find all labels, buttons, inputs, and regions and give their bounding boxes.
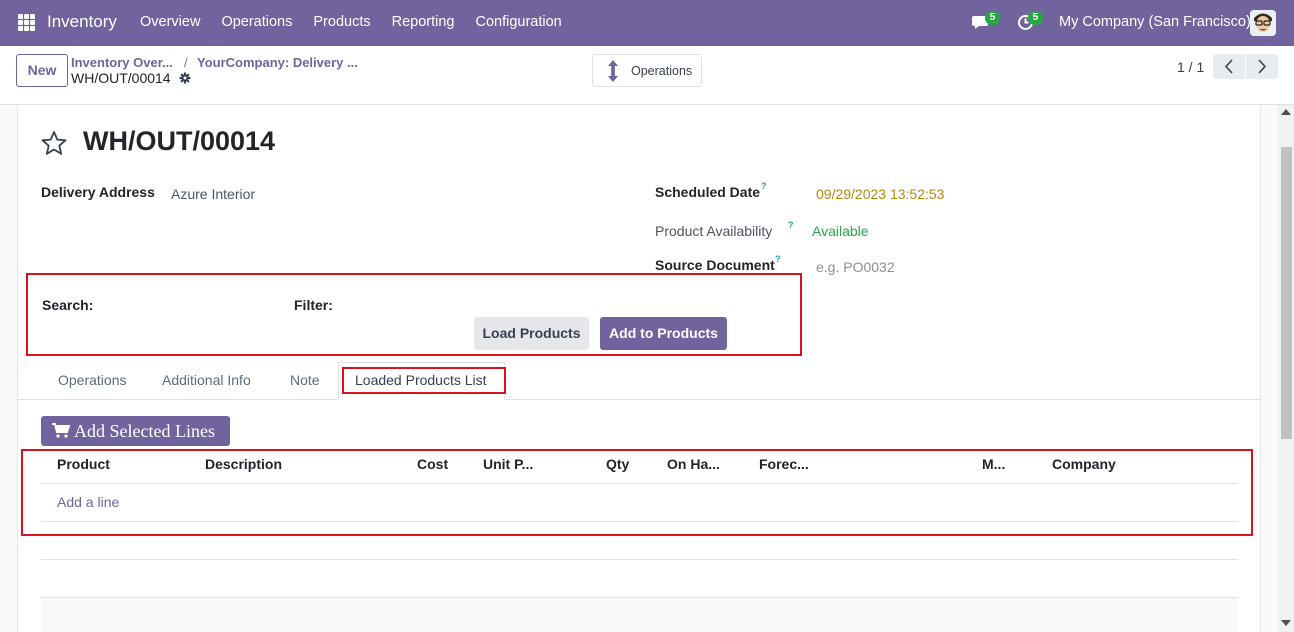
delivery-address-value[interactable]: Azure Interior [171,186,255,202]
tab-highlight [342,367,506,394]
source-document-help-icon[interactable]: ? [775,254,781,264]
source-document-input[interactable]: e.g. PO0032 [816,259,895,275]
pager-value[interactable]: 1 / 1 [1177,59,1204,75]
form-sheet [17,105,1261,632]
product-availability-value: Available [812,223,869,239]
table-row-divider [41,559,1238,560]
menu-configuration[interactable]: Configuration [475,14,561,30]
tab-note[interactable]: Note [290,372,320,388]
breadcrumb-delivery[interactable]: YourCompany: Delivery ... [197,55,358,70]
scheduled-date-value[interactable]: 09/29/2023 13:52:53 [816,186,944,202]
up-down-arrows-icon [608,60,618,82]
menu-operations[interactable]: Operations [221,14,292,30]
table-empty-row [41,598,1238,632]
source-document-label: Source Document [655,257,775,273]
scrollbar-thumb[interactable] [1281,147,1292,439]
filter-label: Filter: [294,297,333,313]
gear-icon[interactable] [179,72,191,84]
breadcrumb-inventory-overview[interactable]: Inventory Over... [71,55,173,70]
operations-button-label: Operations [631,64,693,78]
app-name[interactable]: Inventory [47,12,117,32]
add-selected-lines-label: Add Selected Lines [74,421,215,441]
operations-smart-button[interactable]: Operations [592,54,702,87]
breadcrumb-current-record: WH/OUT/00014 [71,70,171,86]
delivery-address-label: Delivery Address [41,184,155,200]
main-menu: Overview Operations Products Reporting C… [140,14,583,30]
user-avatar[interactable] [1250,10,1276,36]
search-label: Search: [42,297,94,313]
load-products-button[interactable]: Load Products [474,317,589,350]
breadcrumb-separator: / [184,55,188,70]
menu-reporting[interactable]: Reporting [392,14,455,30]
pager-next-button[interactable] [1246,54,1278,79]
scheduled-date-help-icon[interactable]: ? [761,181,767,191]
menu-products[interactable]: Products [313,14,370,30]
record-title: WH/OUT/00014 [83,126,276,156]
menu-overview[interactable]: Overview [140,14,200,30]
top-navbar: Inventory Overview Operations Products R… [0,0,1294,46]
scroll-up-arrow-icon[interactable] [1281,109,1291,115]
add-selected-lines-button[interactable]: Add Selected Lines [41,416,230,446]
add-to-products-button[interactable]: Add to Products [600,317,727,350]
tab-additional-info[interactable]: Additional Info [162,372,251,388]
table-highlight [21,449,1253,536]
product-availability-help-icon[interactable]: ? [788,220,794,230]
messages-badge: 5 [985,11,1000,25]
activities-badge: 5 [1028,11,1043,25]
pager-previous-button[interactable] [1213,54,1245,79]
chevron-right-icon [1258,59,1267,74]
chevron-left-icon [1224,59,1233,74]
tab-operations[interactable]: Operations [58,372,126,388]
control-panel: New Inventory Over... / YourCompany: Del… [0,46,1294,105]
tabs-divider [17,399,1261,400]
apps-menu-icon[interactable] [18,14,35,31]
product-availability-label: Product Availability [655,223,773,239]
star-icon[interactable] [40,130,68,156]
company-switcher[interactable]: My Company (San Francisco) [1059,14,1251,30]
scheduled-date-label: Scheduled Date [655,184,761,200]
shopping-cart-icon [52,423,70,438]
scroll-down-arrow-icon[interactable] [1281,620,1291,626]
new-button[interactable]: New [16,54,68,87]
